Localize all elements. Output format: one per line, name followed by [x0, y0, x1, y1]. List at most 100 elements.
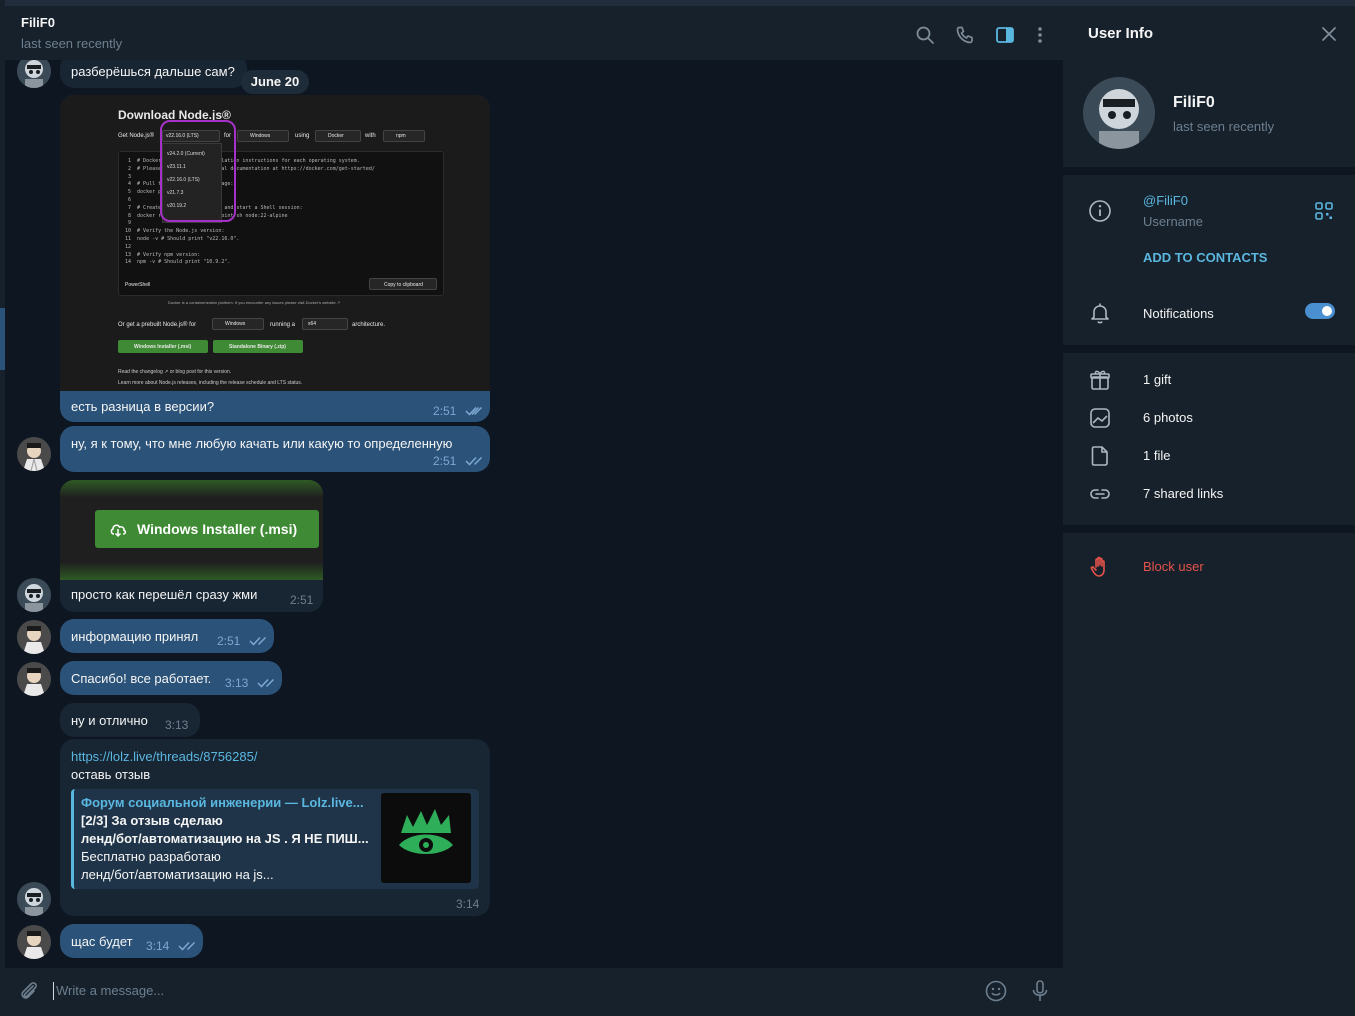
message-bubble[interactable]: информацию принял 2:51: [60, 619, 274, 653]
notifications-label: Notifications: [1143, 306, 1214, 321]
screenshot-text: Windows: [225, 321, 246, 327]
avatar[interactable]: [17, 578, 51, 612]
message-time: 3:14: [456, 897, 480, 911]
preview-title: Форум социальной инженерии — Lolz.live..…: [81, 795, 364, 810]
attach-icon[interactable]: [17, 980, 41, 1004]
message-text: есть разница в версии?: [71, 399, 215, 414]
windows-installer-label: Windows Installer (.msi): [137, 521, 298, 537]
user-info-panel: User Info FiliF0 last seen recently @Fil…: [1063, 0, 1355, 1016]
search-icon[interactable]: [914, 24, 936, 46]
message-bubble[interactable]: https://lolz.live/threads/8756285/ остав…: [60, 739, 490, 916]
more-menu-icon[interactable]: [1029, 24, 1051, 46]
files-item[interactable]: 1 file: [1143, 448, 1170, 463]
message-link[interactable]: https://lolz.live/threads/8756285/: [71, 749, 257, 764]
profile-avatar[interactable]: [1083, 77, 1155, 149]
gifts-item[interactable]: 1 gift: [1143, 372, 1171, 387]
screenshot-text: Learn more about Node.js releases, inclu…: [118, 380, 303, 386]
screenshot-arch-select: x64: [302, 318, 348, 330]
profile-name: FiliF0: [1173, 94, 1215, 111]
screenshot-text: Docker: [328, 133, 344, 139]
attached-screenshot[interactable]: Download Node.js® Get Node.js® v22.16.0 …: [60, 95, 490, 391]
sidebar-toggle-icon[interactable]: [994, 24, 1016, 46]
screenshot-binary-button: Standalone Binary (.zip): [213, 340, 303, 353]
cloud-download-icon: [110, 524, 127, 538]
avatar[interactable]: [17, 620, 51, 654]
preview-line: ленд/бот/автоматизацию на js...: [81, 867, 274, 882]
shared-links-item[interactable]: 7 shared links: [1143, 486, 1223, 501]
read-check-icon: [257, 678, 275, 688]
preview-line: [2/3] За отзыв сделаю: [81, 813, 223, 828]
message-text: ну, я к тому, что мне любую качать или к…: [71, 436, 453, 451]
message-bubble[interactable]: Спасибо! все работает. 3:13: [60, 661, 282, 695]
link-preview-card[interactable]: Форум социальной инженерии — Lolz.live..…: [71, 789, 479, 889]
add-to-contacts-button[interactable]: ADD TO CONTACTS: [1143, 250, 1267, 265]
avatar[interactable]: [17, 925, 51, 959]
annotation-highlight: [160, 120, 236, 222]
screenshot-text: running a: [270, 322, 296, 328]
message-text: ну и отлично: [71, 713, 148, 728]
screenshot-text: x64: [308, 321, 317, 327]
message-input[interactable]: Write a message...: [56, 983, 164, 998]
screenshot-text: Docker is a containerization platform. I…: [168, 300, 341, 305]
avatar[interactable]: [17, 60, 51, 88]
emoji-icon[interactable]: [984, 979, 1008, 1003]
screenshot-os-select-2: Windows: [212, 318, 264, 330]
avatar[interactable]: [17, 437, 51, 471]
screenshot-text: Copy to clipboard: [384, 282, 423, 288]
message-time: 3:13: [165, 718, 189, 732]
username-label: Username: [1143, 214, 1203, 229]
section-divider: [1063, 345, 1355, 353]
message-time: 2:51: [217, 634, 241, 648]
screenshot-text: Windows: [250, 133, 271, 139]
message-bubble[interactable]: Windows Installer (.msi) просто как пере…: [60, 480, 323, 612]
read-check-icon: [178, 941, 196, 951]
qr-code-icon[interactable]: [1314, 201, 1334, 221]
message-text: оставь отзыв: [71, 767, 151, 782]
message-bubble[interactable]: Download Node.js® Get Node.js® v22.16.0 …: [60, 95, 490, 422]
lolz-logo-icon: [399, 809, 453, 854]
screenshot-tool-select: Docker: [315, 130, 361, 142]
photos-item[interactable]: 6 photos: [1143, 410, 1193, 425]
read-check-icon: [465, 456, 483, 466]
screenshot-text: Read the changelog ↗ or blog post for th…: [118, 369, 232, 375]
screenshot-text: Standalone Binary (.zip): [229, 344, 286, 350]
message-text: информацию принял: [71, 629, 199, 644]
close-icon[interactable]: [1319, 24, 1339, 44]
preview-line: ленд/бот/автоматизацию на JS . Я НЕ ПИШ.…: [81, 831, 369, 846]
chat-title[interactable]: FiliF0: [21, 15, 55, 30]
screenshot-text: architecture.: [352, 322, 386, 328]
message-text: щас будет: [71, 934, 133, 949]
notifications-toggle[interactable]: [1305, 303, 1335, 319]
avatar[interactable]: [17, 662, 51, 696]
read-check-icon: [249, 636, 267, 646]
message-bubble[interactable]: ну и отлично 3:13: [60, 703, 200, 737]
text-cursor: [53, 982, 54, 1000]
file-icon: [1088, 444, 1112, 468]
microphone-icon[interactable]: [1028, 979, 1052, 1003]
block-user-button[interactable]: Block user: [1143, 559, 1204, 574]
attached-image[interactable]: Windows Installer (.msi): [60, 480, 323, 580]
chat-status: last seen recently: [21, 36, 123, 51]
preview-thumbnail: [381, 793, 471, 883]
panel-title: User Info: [1088, 25, 1154, 42]
username-value[interactable]: @FiliF0: [1143, 193, 1188, 208]
preview-line: Бесплатно разработаю: [81, 849, 221, 864]
gift-icon: [1088, 368, 1112, 392]
screenshot-text: Or get a prebuilt Node.js® for: [118, 322, 197, 328]
message-time: 2:51: [290, 593, 314, 607]
message-time: 3:14: [146, 939, 170, 953]
message-time: 2:51: [433, 454, 457, 468]
telegram-window: FiliF0 last seen recently разберёшься да…: [0, 0, 1355, 1016]
screenshot-pm-select: npm: [383, 130, 425, 142]
chat-pane: FiliF0 last seen recently разберёшься да…: [5, 0, 1063, 1016]
message-bubble[interactable]: разберёшься дальше сам?: [60, 60, 247, 88]
read-check-icon: [465, 406, 483, 416]
message-bubble[interactable]: ну, я к тому, что мне любую качать или к…: [60, 426, 490, 472]
avatar[interactable]: [17, 882, 51, 916]
message-bubble[interactable]: щас будет 3:14: [60, 924, 203, 958]
message-text: разберёшься дальше сам?: [71, 64, 235, 79]
message-list[interactable]: разберёшься дальше сам? June 20 Download…: [5, 60, 1063, 968]
phone-icon[interactable]: [954, 24, 976, 46]
chat-header[interactable]: FiliF0 last seen recently: [5, 0, 1063, 60]
screenshot-text: with: [365, 133, 376, 139]
